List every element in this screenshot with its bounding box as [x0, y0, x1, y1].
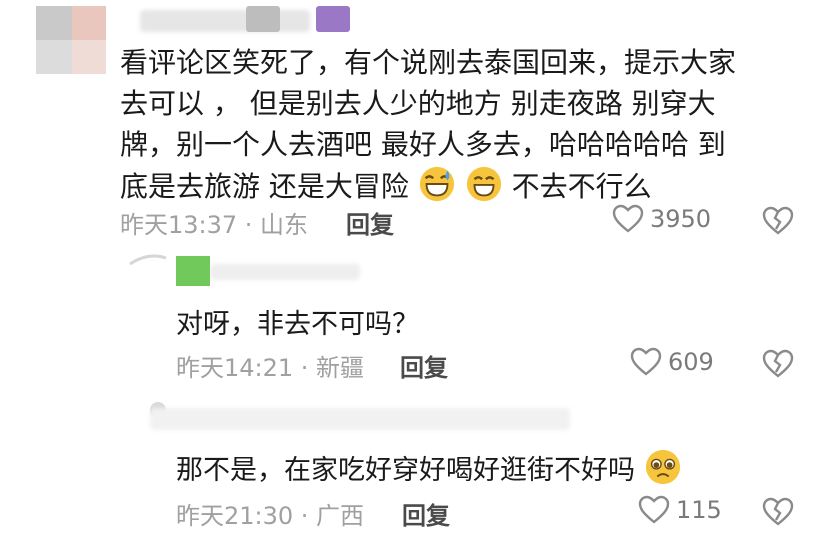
username-blurred[interactable] [140, 10, 310, 32]
comment-line-part: 不去不行么 [511, 170, 652, 203]
like-count: 609 [668, 348, 714, 376]
heart-outline-icon [612, 204, 644, 233]
comment-text: 看评论区笑死了，有个说刚去泰国回来，提示大家 去可以 ， 但是别去人少的地方 别… [120, 42, 800, 207]
heart-outline-icon [630, 347, 662, 376]
reply-meta: 昨天14:21 · 新疆 [176, 354, 365, 382]
pleading-face-emoji [645, 449, 680, 485]
comment-line: 去可以 ， 但是别去人少的地方 别走夜路 别穿大 [120, 87, 716, 120]
like-button[interactable]: 3950 [612, 203, 711, 235]
user-badge-green [176, 256, 210, 286]
like-button[interactable]: 609 [630, 346, 714, 378]
broken-heart-icon[interactable] [762, 496, 794, 528]
comment-line: 看评论区笑死了，有个说刚去泰国回来，提示大家 [120, 46, 737, 79]
broken-heart-icon[interactable] [762, 348, 794, 380]
comment-meta: 昨天13:37 · 山东 [120, 211, 309, 239]
reply-button[interactable]: 回复 [346, 205, 394, 240]
reply-text: 那不是，在家吃好穿好喝好逛街不好吗 [176, 455, 635, 486]
comment-line: 底是去旅游 还是大冒险 不去不行么 [120, 165, 800, 207]
grinning-sweat-emoji [419, 166, 454, 202]
comment-line: 牌，别一个人去酒吧 最好人多去，哈哈哈哈哈 到 [120, 128, 726, 161]
reply-meta: 昨天21:30 · 广西 [176, 502, 365, 530]
comment-line-part: 底是去旅游 还是大冒险 [120, 170, 409, 203]
reply-button[interactable]: 回复 [400, 348, 448, 383]
reply-button[interactable]: 回复 [402, 496, 450, 531]
username-blurred[interactable] [150, 408, 570, 430]
user-badge [246, 6, 280, 32]
avatar[interactable] [36, 6, 106, 74]
reply-text-row: 那不是，在家吃好穿好喝好逛街不好吗 [176, 448, 682, 487]
like-count: 3950 [650, 205, 712, 233]
like-count: 115 [676, 496, 722, 524]
reply-text: 对呀，非去不可吗？ [176, 309, 419, 340]
like-button[interactable]: 115 [638, 494, 722, 526]
heart-outline-icon [638, 495, 670, 524]
user-badge-purple [316, 6, 350, 32]
grinning-emoji [466, 166, 501, 202]
username-blurred[interactable] [210, 264, 360, 280]
broken-heart-icon[interactable] [762, 205, 794, 237]
